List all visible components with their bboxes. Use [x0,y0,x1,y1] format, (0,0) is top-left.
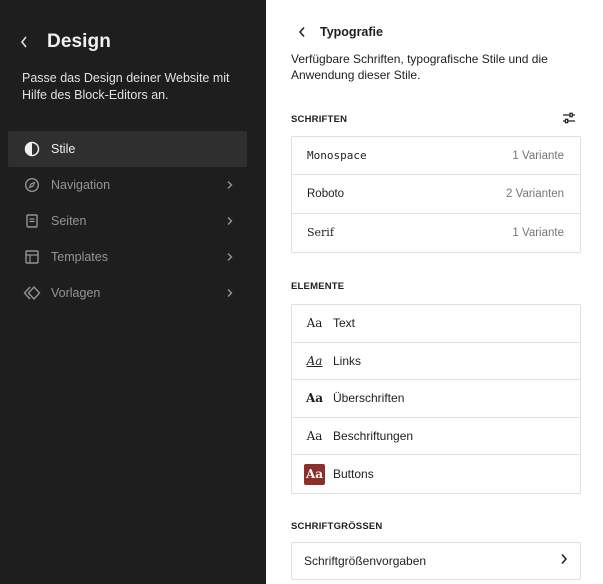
typography-panel: Typografie Verfügbare Schriften, typogra… [266,0,603,584]
font-variants: 1 Variante [512,226,564,239]
fonts-section-label: SCHRIFTEN [291,114,348,125]
font-settings-button[interactable] [561,110,577,126]
font-row-serif[interactable]: Serif 1 Variante [292,214,580,252]
element-label: Text [333,316,356,331]
sidebar: Design Passe das Design deiner Website m… [0,0,266,584]
sidebar-item-label: Vorlagen [51,286,101,300]
panel-title: Typografie [320,25,383,39]
elements-list: Aa Text Aa Links Aa Überschriften Aa Bes… [291,304,581,494]
element-label: Links [333,353,362,368]
sidebar-item-label: Navigation [51,178,111,192]
button-sample-icon: Aa [304,463,325,485]
compass-icon [23,176,41,194]
font-row-monospace[interactable]: Monospace 1 Variante [292,137,580,176]
font-size-presets-label: Schriftgrößenvorgaben [304,554,427,568]
font-sizes-list: Schriftgrößenvorgaben [291,542,581,580]
sidebar-nav: Stile Navigation Seiten Templates Vorlag… [8,131,247,311]
element-row-buttons[interactable]: Aa Buttons [292,455,580,493]
sidebar-item-label: Templates [51,250,108,264]
element-label: Überschriften [333,391,405,406]
chevron-right-icon [223,286,237,300]
panel-description: Verfügbare Schriften, typografische Stil… [291,52,548,82]
text-sample-icon: Aa [306,316,323,331]
element-row-text[interactable]: Aa Text [292,305,580,343]
element-label: Buttons [333,467,374,482]
sidebar-title: Design [47,31,111,52]
heading-sample-icon: Aa [305,391,324,406]
panel-back-button[interactable] [294,22,310,42]
chevron-right-icon [223,178,237,192]
chevron-left-icon [20,36,27,48]
link-sample-icon: Aa [306,353,323,368]
sidebar-header: Design [14,30,111,54]
sidebar-item-vorlagen[interactable]: Vorlagen [8,275,247,311]
panel-header: Typografie [294,22,383,42]
half-circle-icon [23,140,41,158]
sidebar-item-seiten[interactable]: Seiten [8,203,247,239]
chevron-right-icon [560,552,568,570]
chevron-left-icon [298,27,305,37]
sidebar-description: Passe das Design deiner Website mit Hilf… [22,71,230,102]
page-icon [23,212,41,230]
element-row-links[interactable]: Aa Links [292,343,580,381]
sidebar-item-label: Seiten [51,214,87,228]
fonts-list: Monospace 1 Variante Roboto 2 Varianten … [291,136,581,253]
layout-icon [23,248,41,266]
font-name: Serif [307,226,334,240]
pattern-icon [23,284,41,302]
sidebar-item-stile[interactable]: Stile [8,131,247,167]
back-button[interactable] [14,30,34,54]
sidebar-item-templates[interactable]: Templates [8,239,247,275]
element-row-captions[interactable]: Aa Beschriftungen [292,418,580,456]
sidebar-item-label: Stile [51,142,76,156]
element-row-headings[interactable]: Aa Überschriften [292,380,580,418]
font-row-roboto[interactable]: Roboto 2 Varianten [292,175,580,214]
chevron-right-icon [223,214,237,228]
sidebar-item-navigation[interactable]: Navigation [8,167,247,203]
font-variants: 1 Variante [512,149,564,162]
element-label: Beschriftungen [333,429,414,444]
font-size-presets-row[interactable]: Schriftgrößenvorgaben [292,543,580,579]
font-sizes-section-label: SCHRIFTGRÖSSEN [291,521,383,532]
caption-sample-icon: Aa [306,429,323,444]
sliders-icon [563,112,575,124]
chevron-right-icon [223,250,237,264]
elements-section-label: ELEMENTE [291,281,345,292]
font-name: Monospace [307,149,367,163]
font-name: Roboto [307,187,345,200]
font-variants: 2 Varianten [506,187,564,200]
